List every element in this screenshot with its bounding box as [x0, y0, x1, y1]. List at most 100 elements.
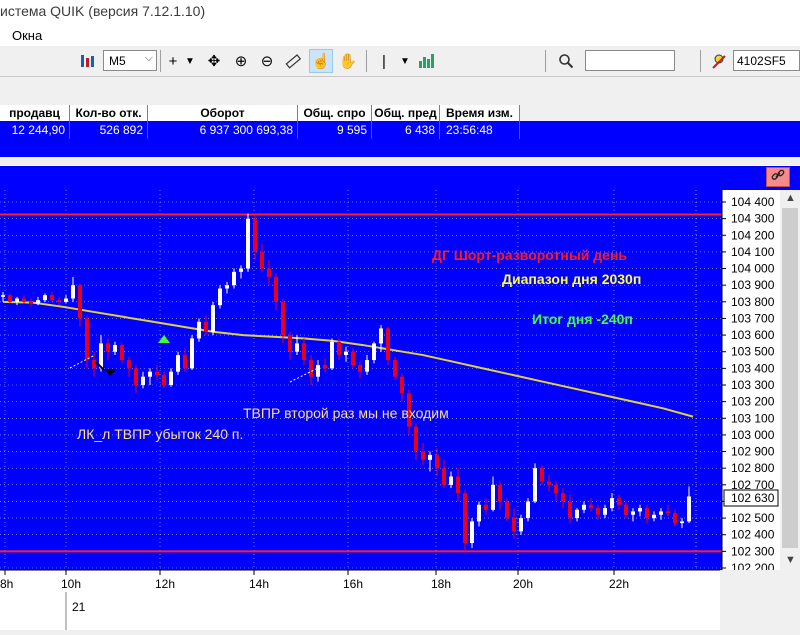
- candle-body: [155, 371, 159, 376]
- candle-body: [400, 376, 404, 394]
- candle-body: [302, 343, 306, 361]
- scroll-up-icon[interactable]: ▲: [785, 192, 796, 204]
- y-tick-label: 103 600: [731, 328, 775, 342]
- column-header[interactable]: продавц: [0, 105, 70, 121]
- candle-body: [449, 476, 453, 485]
- quotes-table-body: 12 244,90 526 892 6 937 300 693,38 9 595…: [0, 121, 800, 157]
- x-tick-label: 10h: [61, 577, 81, 591]
- candle-body: [365, 360, 369, 372]
- annotation-day-type: ДГ Шорт-разворотный день: [432, 247, 627, 263]
- x-tick-label: 22h: [609, 577, 629, 591]
- x-tick-label: 12h: [155, 577, 175, 591]
- column-header[interactable]: Общ. пред: [372, 105, 440, 121]
- candle-body: [169, 371, 173, 385]
- menu-bar: Окна: [0, 25, 800, 47]
- candle-body: [204, 321, 208, 332]
- price-chart[interactable]: 104 400 104 300 104 200 104 100 104 000 103 9…: [0, 190, 780, 630]
- candle-body: [358, 365, 362, 372]
- table-cell[interactable]: 12 244,90: [0, 121, 70, 139]
- candle-body: [57, 300, 61, 302]
- candle-body: [281, 301, 285, 336]
- candle-body: [393, 360, 397, 377]
- column-header[interactable]: Кол-во отк.: [70, 105, 148, 121]
- instrument-icon[interactable]: [708, 49, 730, 73]
- candle-body: [148, 371, 152, 377]
- search-icon[interactable]: [555, 49, 577, 73]
- annotation-loss-note: ЛК_л ТВПР убыток 240 п.: [77, 426, 243, 442]
- table-cell[interactable]: 23:56:48: [440, 121, 520, 139]
- candle-body: [120, 345, 124, 361]
- panel-gap: [0, 157, 800, 165]
- candle-body: [330, 341, 334, 369]
- candle-body: [267, 268, 271, 277]
- candle-body: [29, 301, 33, 304]
- table-cell[interactable]: 526 892: [70, 121, 148, 139]
- candle-body: [337, 341, 341, 356]
- chart-canvas[interactable]: 104 400 104 300 104 200 104 100 104 000 103 9…: [0, 190, 780, 630]
- timeframe-select[interactable]: M5 ⌵: [103, 50, 157, 71]
- candle-body: [127, 360, 131, 369]
- hand-pan-icon[interactable]: ✋: [337, 49, 359, 73]
- candle-body: [232, 271, 236, 286]
- candle-body: [568, 501, 572, 519]
- y-tick-label: 103 900: [731, 278, 775, 292]
- hand-pointer-icon[interactable]: ☝: [309, 49, 333, 73]
- candle-body: [414, 426, 418, 452]
- instrument-code-field[interactable]: 4102SF5: [733, 50, 800, 71]
- table-cell[interactable]: 6 937 300 693,38: [148, 121, 298, 139]
- ruler-icon[interactable]: [284, 49, 302, 73]
- chart-toolbar: M5 ⌵ + ▼ ✥ ⊕ ⊖ ☝ ✋ | ▼ 4102SF5: [0, 46, 800, 77]
- candle-body: [372, 343, 376, 361]
- column-header[interactable]: Время изм.: [440, 105, 520, 121]
- table-cell[interactable]: 9 595: [298, 121, 372, 139]
- dropdown-arrow-icon[interactable]: ▼: [183, 49, 197, 73]
- chevron-down-icon: ⌵: [144, 52, 153, 64]
- chart-type-icon[interactable]: [76, 49, 100, 73]
- column-header[interactable]: Оборот: [148, 105, 298, 121]
- candle-body: [218, 288, 222, 306]
- candle-body: [379, 328, 383, 344]
- candle-body: [491, 484, 495, 510]
- candle-body: [687, 496, 691, 522]
- column-header[interactable]: Общ. спро: [298, 105, 372, 121]
- candle-body: [43, 295, 47, 301]
- candle-body: [575, 509, 579, 519]
- annotation-tvpr-note: ТВПР второй раз мы не входим: [243, 405, 449, 421]
- candle-body: [295, 343, 299, 352]
- candle-body: [50, 295, 54, 301]
- menu-item-windows[interactable]: Окна: [12, 28, 42, 43]
- scroll-thumb[interactable]: [782, 208, 798, 548]
- indicator-bars-icon[interactable]: [415, 49, 439, 73]
- table-cell[interactable]: 6 438: [372, 121, 440, 139]
- zoom-in-icon[interactable]: ⊕: [232, 49, 250, 73]
- move-icon[interactable]: ✥: [205, 49, 223, 73]
- crosshair-icon[interactable]: +: [164, 49, 182, 73]
- candle-body: [477, 504, 481, 522]
- candle-body: [498, 484, 502, 502]
- candle-body: [519, 518, 523, 532]
- scroll-down-icon[interactable]: ▼: [785, 554, 796, 566]
- zoom-out-icon[interactable]: ⊖: [258, 49, 276, 73]
- window-title: истема QUIK (версия 7.12.1.10): [0, 3, 206, 19]
- candle-body: [421, 451, 425, 460]
- candle-body: [134, 368, 138, 385]
- annotation-day-range: Диапазон дня 2030п: [502, 271, 641, 287]
- vertical-scrollbar[interactable]: ▲ ▼: [780, 190, 800, 570]
- dropdown-arrow-icon[interactable]: ▼: [398, 49, 412, 73]
- search-input[interactable]: [585, 50, 675, 71]
- candle-body: [589, 504, 593, 509]
- y-tick-label: 103 400: [731, 361, 775, 375]
- candle-body: [211, 305, 215, 332]
- candle-body: [288, 335, 292, 352]
- candle-body: [428, 454, 432, 460]
- y-tick-label: 102 400: [731, 528, 775, 542]
- candle-body: [15, 298, 19, 302]
- y-tick-label: 103 800: [731, 295, 775, 309]
- candle-body: [106, 343, 110, 352]
- link-icon: [771, 168, 785, 187]
- candle-body: [309, 360, 313, 377]
- candle-body: [533, 468, 537, 502]
- x-tick-label: 14h: [249, 577, 269, 591]
- link-button[interactable]: [766, 167, 790, 187]
- vertical-line-icon[interactable]: |: [378, 49, 390, 73]
